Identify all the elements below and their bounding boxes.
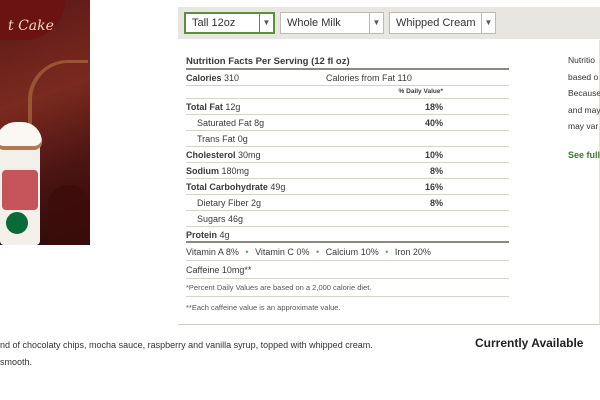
- calories-fat-label: Calories from Fat: [326, 73, 396, 83]
- bullet-icon: •: [315, 247, 320, 257]
- nutrient-percent: 8%: [429, 198, 443, 208]
- topping-select[interactable]: Whipped Cream ▼: [389, 12, 496, 34]
- customization-bar: Tall 12oz ▼ Whole Milk ▼ Whipped Cream ▼: [178, 7, 600, 39]
- nutrient-row-dietary-fiber: Dietary Fiber 2g 8%: [186, 195, 509, 211]
- nutrient-row-total-fat: Total Fat 12g 18%: [186, 99, 509, 115]
- topping-select-value: Whipped Cream: [396, 17, 476, 29]
- nutrient-label: Sugars: [197, 214, 226, 224]
- drink-layer: [2, 170, 38, 210]
- chevron-down-icon[interactable]: ▼: [259, 14, 273, 32]
- nutrient-percent: 10%: [424, 150, 443, 160]
- vitamin-value: 8%: [225, 247, 239, 257]
- disclaimer-line: Because: [568, 88, 600, 98]
- promo-banner: t Cake: [0, 0, 65, 40]
- nutrient-row-total-carbohydrate: Total Carbohydrate 49g 16%: [186, 179, 509, 195]
- disclaimer-line: and may: [568, 104, 600, 115]
- nutrition-disclaimer: Nutritio based o Because and may may var: [568, 52, 600, 135]
- size-select[interactable]: Tall 12oz ▼: [184, 12, 275, 34]
- caffeine-footnote: **Each caffeine value is an approximate …: [186, 303, 341, 312]
- nutrient-label: Sodium: [186, 166, 219, 176]
- milk-select[interactable]: Whole Milk ▼: [280, 12, 384, 34]
- disclaimer-line: Nutritio: [568, 55, 595, 65]
- nutrient-label: Dietary Fiber: [197, 198, 249, 208]
- vitamin-value: 20%: [412, 247, 431, 257]
- nutrient-percent: 18%: [424, 102, 443, 112]
- decorative-stand: [48, 185, 90, 245]
- daily-value-header: % Daily Value*: [186, 86, 509, 99]
- product-image: t Cake: [0, 0, 90, 245]
- bullet-icon: •: [245, 247, 249, 257]
- nutrient-amount: 4g: [219, 230, 230, 240]
- vitamin-label: Iron: [394, 247, 411, 257]
- nutrient-amount: 49g: [270, 182, 286, 192]
- vitamin-value: 10%: [360, 247, 379, 257]
- nutrient-row-saturated-fat: Saturated Fat 8g 40%: [186, 115, 509, 131]
- daily-value-footnote: *Percent Daily Values are based on a 2,0…: [186, 279, 509, 297]
- vitamin-label: Calcium: [325, 247, 359, 257]
- nutrition-panel: Nutrition Facts Per Serving (12 fl oz) C…: [178, 40, 600, 325]
- product-description: nd of chocolaty chips, mocha sauce, rasp…: [0, 337, 373, 371]
- chevron-down-icon[interactable]: ▼: [369, 13, 383, 33]
- chevron-down-icon[interactable]: ▼: [481, 13, 495, 33]
- nutrient-amount: 46g: [228, 214, 244, 224]
- nutrient-row-protein: Protein 4g: [186, 227, 509, 243]
- vitamins-row: Vitamin A 8% • Vitamin C 0% • Calcium 10…: [186, 243, 509, 261]
- nutrient-label: Total Fat: [186, 102, 223, 112]
- size-select-value: Tall 12oz: [192, 17, 236, 29]
- nutrient-percent: 40%: [424, 118, 443, 128]
- vitamin-label: Vitamin C: [255, 247, 294, 257]
- nutrient-label: Cholesterol: [186, 150, 236, 160]
- nutrient-label: Protein: [186, 230, 218, 240]
- nutrient-row-sodium: Sodium 180mg 8%: [186, 163, 509, 179]
- availability-status: Currently Available: [475, 336, 584, 350]
- nutrient-amount: 12g: [225, 102, 241, 112]
- vitamin-label: Vitamin A: [186, 247, 224, 257]
- calories-row: Calories 310 Calories from Fat 110: [186, 70, 509, 86]
- nutrient-amount: 30mg: [238, 150, 261, 160]
- nutrient-label: Trans Fat: [197, 134, 236, 144]
- nutrient-percent: 16%: [424, 182, 443, 192]
- nutrient-row-trans-fat: Trans Fat 0g: [186, 131, 509, 147]
- description-line: smooth.: [0, 357, 33, 367]
- nutrient-row-cholesterol: Cholesterol 30mg 10%: [186, 147, 509, 163]
- nutrient-percent: 8%: [429, 166, 443, 176]
- see-full-link[interactable]: See full: [568, 150, 600, 160]
- calories-value: 310: [224, 73, 240, 83]
- calories-fat-value: 110: [397, 73, 412, 83]
- bullet-icon: •: [385, 247, 389, 257]
- starbucks-logo-icon: [4, 210, 30, 236]
- nutrient-label: Total Carbohydrate: [186, 182, 268, 192]
- calories-label: Calories: [186, 73, 222, 83]
- nutrient-row-sugars: Sugars 46g: [186, 211, 509, 227]
- disclaimer-line: based o: [568, 71, 599, 82]
- nutrient-label: Saturated Fat: [197, 118, 252, 128]
- nutrient-amount: 180mg: [221, 166, 250, 176]
- caffeine-row: Caffeine 10mg**: [186, 261, 509, 279]
- drink-cup: [0, 122, 42, 245]
- disclaimer-line: may var: [568, 121, 599, 131]
- nutrient-amount: 8g: [254, 118, 265, 128]
- vitamin-value: 0%: [296, 247, 310, 257]
- nutrition-facts-table: Nutrition Facts Per Serving (12 fl oz) C…: [186, 55, 509, 317]
- milk-select-value: Whole Milk: [287, 17, 341, 29]
- nutrient-amount: 0g: [237, 134, 248, 144]
- nutrition-title: Nutrition Facts Per Serving (12 fl oz): [186, 55, 509, 70]
- description-line: nd of chocolaty chips, mocha sauce, rasp…: [0, 340, 373, 350]
- nutrient-amount: 2g: [251, 198, 262, 208]
